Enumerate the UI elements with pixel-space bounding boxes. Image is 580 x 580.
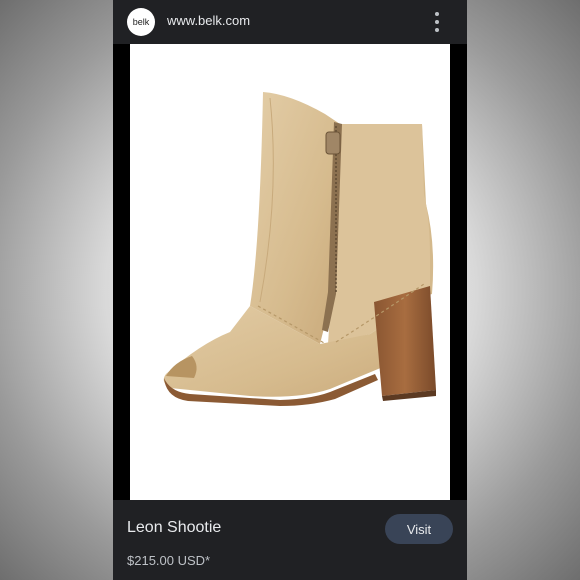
top-bar: belk www.belk.com (113, 0, 467, 44)
belk-logo[interactable]: belk (127, 8, 155, 36)
visit-button[interactable]: Visit (385, 514, 453, 544)
product-title: Leon Shootie (127, 519, 222, 536)
bootie-image (163, 92, 436, 406)
more-vert-icon[interactable] (431, 12, 443, 32)
product-price: $215.00 USD* (127, 553, 211, 568)
image-frame (113, 44, 467, 500)
logo-text: belk (132, 17, 150, 27)
site-url[interactable]: www.belk.com (167, 13, 250, 28)
product-card: belk www.belk.com Leon Shootie $215.00 U… (113, 0, 467, 580)
product-image[interactable] (130, 44, 450, 500)
